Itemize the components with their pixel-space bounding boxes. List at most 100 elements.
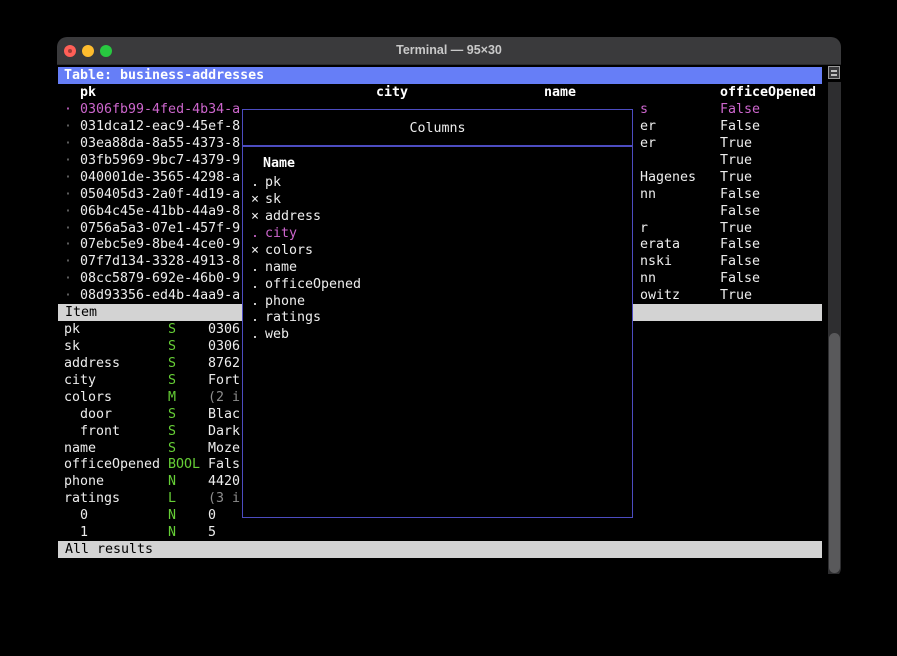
column-header-pk: pk	[80, 84, 96, 101]
field-name: 0	[80, 507, 88, 524]
pk-cell: 050405d3-2a0f-4d19-a	[80, 186, 240, 203]
window-title: Terminal — 95×30	[57, 37, 841, 64]
row-marker-icon: ·	[64, 253, 72, 270]
officeopened-cell: True	[720, 135, 752, 152]
field-name: address	[64, 355, 120, 372]
status-bar: All results	[58, 541, 822, 558]
field-value: 0	[208, 507, 216, 524]
columns-dialog-item[interactable]: . officeOpened	[243, 276, 632, 293]
officeopened-cell: False	[720, 270, 760, 287]
row-marker-icon: ·	[64, 270, 72, 287]
column-visibility-marker: ×	[251, 208, 259, 225]
desktop-background: Terminal — 95×30 Table: business-address…	[0, 0, 897, 656]
pk-cell: 040001de-3565-4298-a	[80, 169, 240, 186]
table-name-label: Table: business-addresses	[64, 67, 264, 84]
columns-dialog-item[interactable]: × sk	[243, 191, 632, 208]
row-marker-icon: ·	[64, 220, 72, 237]
field-name: city	[64, 372, 96, 389]
columns-dialog-item[interactable]: .phone	[243, 293, 632, 310]
column-name: sk	[265, 191, 281, 208]
columns-dialog-item[interactable]: .pk	[243, 174, 632, 191]
columns-dialog: Columns Name .pk×sk×address.city×colors.…	[242, 109, 633, 518]
field-name: door	[80, 406, 112, 423]
row-marker-icon: ·	[64, 236, 72, 253]
row-marker-icon: ·	[64, 101, 72, 118]
column-visibility-marker: .	[251, 309, 259, 326]
officeopened-cell: False	[720, 186, 760, 203]
row-marker-icon: ·	[64, 169, 72, 186]
scrollbar-marks-button[interactable]	[828, 66, 840, 79]
field-type: S	[168, 440, 176, 457]
field-value: 0306	[208, 321, 240, 338]
column-name: city	[265, 225, 297, 242]
field-type: S	[168, 355, 176, 372]
status-text: All results	[65, 541, 153, 558]
pk-cell: 06b4c45e-41bb-44a9-8	[80, 203, 240, 220]
field-type: N	[168, 524, 176, 541]
columns-dialog-item[interactable]: . web	[243, 326, 632, 343]
item-field-row[interactable]: 1 N 5	[57, 524, 822, 541]
field-value: 5	[208, 524, 216, 541]
column-name: address	[265, 208, 321, 225]
column-name: officeOpened	[265, 276, 361, 293]
officeopened-cell: False	[720, 101, 760, 118]
field-name: front	[80, 423, 120, 440]
row-marker-icon: ·	[64, 152, 72, 169]
field-type: N	[168, 507, 176, 524]
name-cell: er	[640, 135, 656, 152]
field-name: ratings	[64, 490, 120, 507]
column-visibility-marker: .	[251, 326, 259, 343]
columns-dialog-item[interactable]: . city	[243, 225, 632, 242]
name-cell: nn	[640, 186, 656, 203]
name-cell: Hagenes	[640, 169, 696, 186]
columns-dialog-item[interactable]: .name	[243, 259, 632, 276]
officeopened-cell: False	[720, 253, 760, 270]
field-name: pk	[64, 321, 80, 338]
field-value: 0306	[208, 338, 240, 355]
column-visibility-marker: .	[251, 259, 259, 276]
columns-dialog-item[interactable]: × address	[243, 208, 632, 225]
officeopened-cell: True	[720, 152, 752, 169]
column-header-city: city	[376, 84, 408, 101]
name-cell: nn	[640, 270, 656, 287]
field-value: (2 i	[208, 389, 240, 406]
field-type: S	[168, 372, 176, 389]
field-name: sk	[64, 338, 80, 355]
columns-name-header: Name	[263, 155, 295, 172]
field-name: 1	[80, 524, 88, 541]
terminal-window: Terminal — 95×30 Table: business-address…	[57, 37, 841, 578]
item-panel-title: Item	[65, 304, 97, 321]
column-name: ratings	[265, 309, 321, 326]
column-visibility-marker: ×	[251, 191, 259, 208]
name-cell: nski	[640, 253, 672, 270]
pk-cell: 08d93356-ed4b-4aa9-a	[80, 287, 240, 304]
field-type: S	[168, 423, 176, 440]
field-type: M	[168, 389, 176, 406]
columns-dialog-item[interactable]: ×colors	[243, 242, 632, 259]
field-type: S	[168, 406, 176, 423]
row-marker-icon: ·	[64, 135, 72, 152]
row-marker-icon: ·	[64, 118, 72, 135]
name-cell: owitz	[640, 287, 680, 304]
field-value: 8762	[208, 355, 240, 372]
field-value: (3 i	[208, 490, 240, 507]
column-visibility-marker: .	[251, 225, 259, 242]
row-marker-icon: ·	[64, 287, 72, 304]
field-type: S	[168, 321, 176, 338]
column-header-name: name	[544, 84, 576, 101]
scrollbar-thumb[interactable]	[829, 333, 840, 573]
column-name: colors	[265, 242, 313, 259]
column-name: web	[265, 326, 289, 343]
column-visibility-marker: .	[251, 276, 259, 293]
scrollbar-track[interactable]	[828, 82, 841, 574]
field-name: name	[64, 440, 96, 457]
field-type: L	[168, 490, 176, 507]
pk-cell: 0306fb99-4fed-4b34-a	[80, 101, 240, 118]
table-header-bar: Table: business-addresses	[58, 67, 822, 84]
columns-dialog-item[interactable]: . ratings	[243, 309, 632, 326]
row-marker-icon: ·	[64, 186, 72, 203]
pk-cell: 07f7d134-3328-4913-8	[80, 253, 240, 270]
field-value: Blac	[208, 406, 240, 423]
column-visibility-marker: .	[251, 174, 259, 191]
field-value: Moze	[208, 440, 240, 457]
